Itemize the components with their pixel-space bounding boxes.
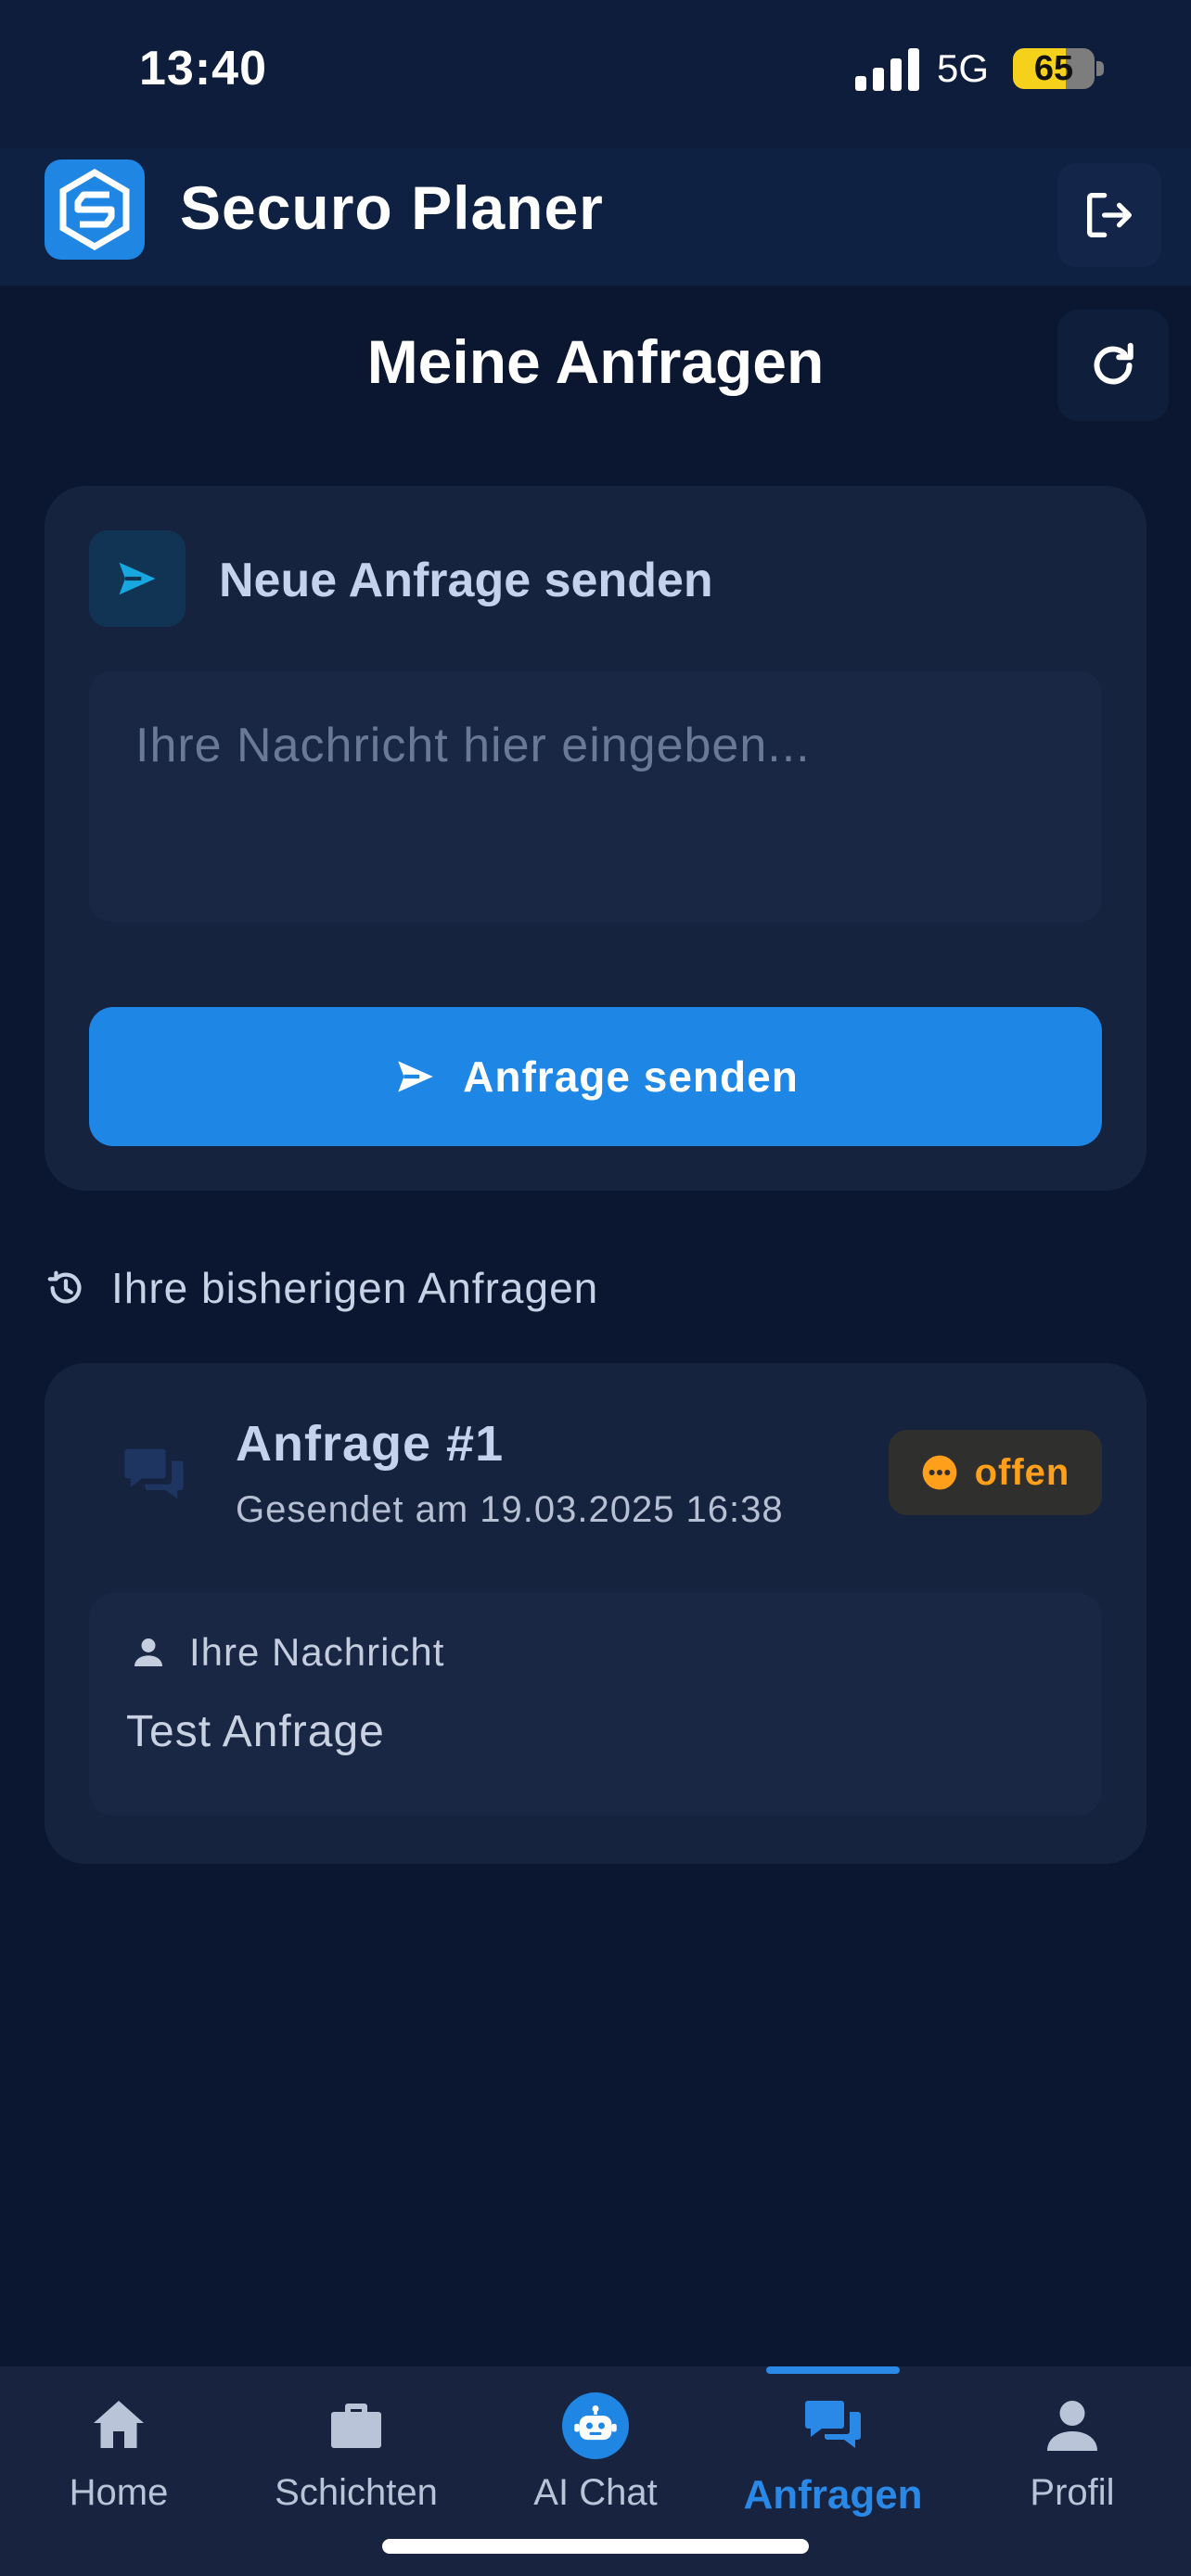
nav-item-home[interactable]: Home — [7, 2392, 230, 2514]
page-title: Meine Anfragen — [366, 327, 825, 396]
nav-label-profil: Profil — [1030, 2472, 1115, 2513]
send-request-label: Anfrage senden — [463, 1052, 799, 1101]
paper-plane-icon — [119, 562, 156, 595]
message-label-row: Ihre Nachricht — [130, 1630, 444, 1675]
chat-bubbles-icon — [805, 2401, 861, 2448]
briefcase-icon — [331, 2404, 381, 2448]
nav-item-profil[interactable]: Profil — [961, 2392, 1184, 2514]
request-date: Gesendet am 19.03.2025 16:38 — [236, 1489, 784, 1530]
nav-label-anfragen: Anfragen — [743, 2472, 923, 2518]
new-request-title: Neue Anfrage senden — [219, 554, 713, 607]
battery-tip — [1096, 61, 1104, 76]
home-icon — [94, 2401, 144, 2448]
nav-item-ai-chat[interactable]: AI Chat — [484, 2392, 707, 2514]
battery-level: 65 — [1033, 49, 1074, 88]
app-title: Securo Planer — [180, 173, 604, 242]
app-logo — [45, 159, 145, 260]
status-label: offen — [974, 1451, 1070, 1493]
status-bar: 13:40 5G 65 — [0, 0, 1191, 148]
nav-label-schichten: Schichten — [275, 2472, 438, 2513]
status-badge: offen — [889, 1430, 1102, 1515]
status-time: 13:40 — [139, 42, 267, 96]
person-icon — [134, 1639, 162, 1666]
logout-button[interactable] — [1057, 163, 1161, 267]
nav-item-anfragen[interactable]: Anfragen — [722, 2392, 944, 2519]
message-text: Test Anfrage — [126, 1707, 385, 1756]
history-heading: Ihre bisherigen Anfragen — [45, 1263, 598, 1313]
app-header: Securo Planer — [0, 148, 1191, 286]
send-request-button[interactable]: Anfrage senden — [89, 1007, 1102, 1146]
message-label: Ihre Nachricht — [189, 1630, 445, 1674]
request-card[interactable]: Anfrage #1 Gesendet am 19.03.2025 16:38 … — [45, 1363, 1146, 1864]
robot-icon — [562, 2392, 629, 2459]
chat-bubbles-icon — [124, 1448, 184, 1499]
history-icon — [47, 1270, 82, 1304]
pending-icon — [922, 1455, 956, 1490]
new-request-card: Neue Anfrage senden Anfrage senden — [45, 486, 1146, 1191]
send-icon — [398, 1061, 433, 1092]
home-indicator[interactable] — [382, 2539, 809, 2554]
request-title: Anfrage #1 — [236, 1416, 505, 1472]
history-heading-label: Ihre bisherigen Anfragen — [111, 1264, 599, 1312]
nav-item-schichten[interactable]: Schichten — [245, 2392, 467, 2514]
active-tab-indicator — [766, 2366, 900, 2374]
message-box: Ihre Nachricht Test Anfrage — [89, 1593, 1102, 1816]
refresh-icon — [1094, 342, 1133, 385]
refresh-button[interactable] — [1057, 310, 1169, 421]
logout-icon — [1087, 193, 1132, 237]
message-input[interactable] — [89, 671, 1102, 922]
signal-icon — [855, 48, 919, 91]
send-icon-box — [89, 530, 186, 627]
battery-icon: 65 — [1013, 48, 1095, 89]
logo-mark — [59, 168, 130, 251]
person-icon — [1047, 2401, 1097, 2451]
nav-label-home: Home — [69, 2472, 169, 2513]
nav-label-ai-chat: AI Chat — [533, 2472, 658, 2513]
network-label: 5G — [937, 46, 990, 90]
